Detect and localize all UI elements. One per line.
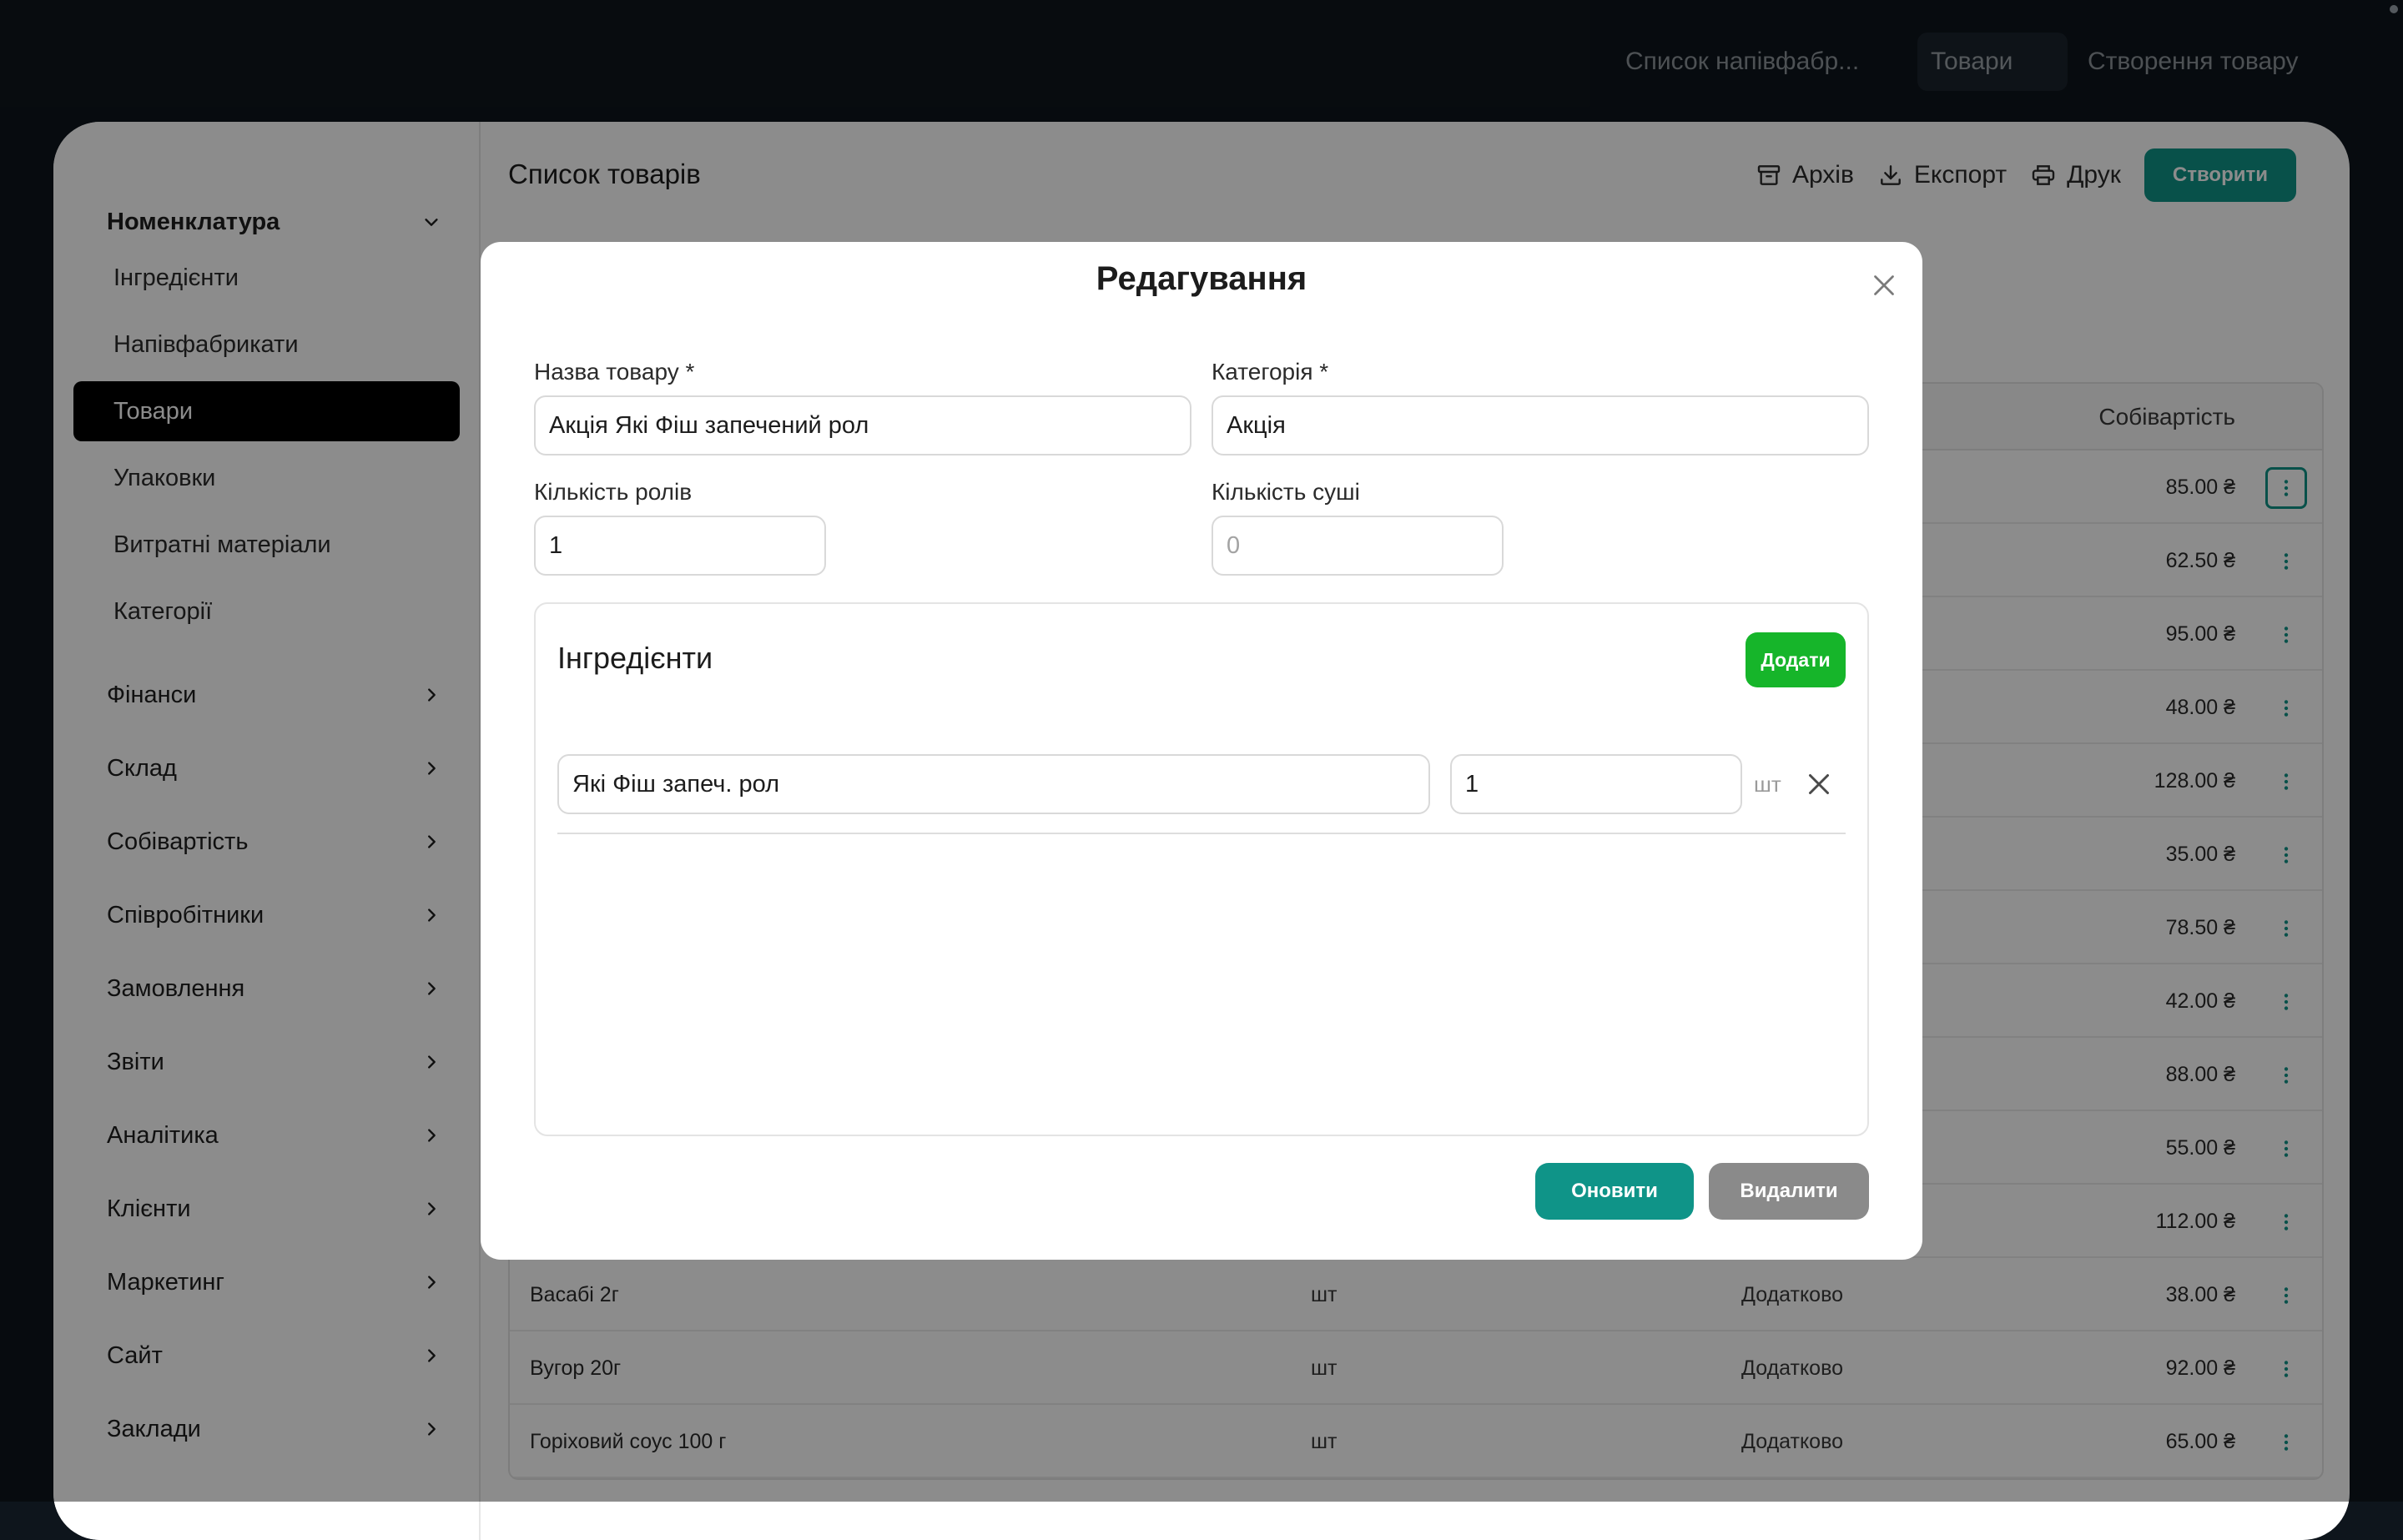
ingredient-name-input[interactable] <box>557 754 1430 814</box>
sushi-count-input[interactable] <box>1212 516 1504 576</box>
close-icon[interactable] <box>1869 270 1899 300</box>
sushi-count-label: Кількість суші <box>1212 479 1360 505</box>
rolls-count-label: Кількість ролів <box>534 479 693 505</box>
ingredients-title: Інгредієнти <box>557 641 713 675</box>
delete-button[interactable]: Видалити <box>1709 1163 1869 1220</box>
ingredient-qty-input[interactable] <box>1450 754 1742 814</box>
product-name-input[interactable] <box>534 395 1191 455</box>
category-input[interactable] <box>1212 395 1869 455</box>
remove-ingredient-icon[interactable] <box>1804 769 1834 799</box>
ingredient-unit: шт <box>1754 772 1781 797</box>
modal-title: Редагування <box>1096 260 1307 297</box>
update-button[interactable]: Оновити <box>1535 1163 1694 1220</box>
add-ingredient-button[interactable]: Додати <box>1746 632 1846 687</box>
category-label: Категорія * <box>1212 359 1329 385</box>
rolls-count-input[interactable] <box>534 516 826 576</box>
ingredient-divider <box>557 833 1846 834</box>
product-name-label: Назва товару * <box>534 359 695 385</box>
edit-product-modal: Редагування Назва товару * Категорія * К… <box>481 242 1922 1260</box>
ingredients-section: Інгредієнти Додати шт <box>534 602 1869 1136</box>
